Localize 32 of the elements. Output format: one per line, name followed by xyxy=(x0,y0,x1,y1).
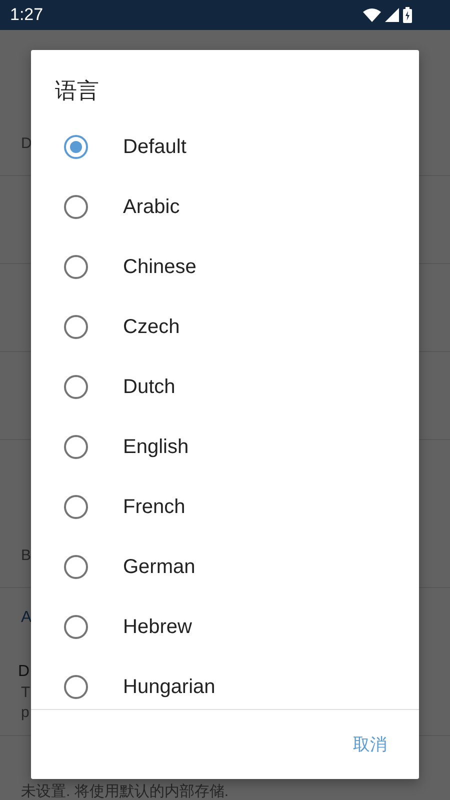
radio-button[interactable] xyxy=(64,195,88,219)
setting-summary: 未设置. 将使用默认的内部存储. xyxy=(21,782,229,800)
battery-icon xyxy=(403,7,412,23)
setting-summary: D xyxy=(21,135,32,152)
language-option[interactable]: Dutch xyxy=(31,357,419,417)
language-option[interactable]: Czech xyxy=(31,297,419,357)
wifi-icon xyxy=(363,8,381,22)
radio-button[interactable] xyxy=(64,375,88,399)
section-header: A xyxy=(21,609,32,627)
setting-summary: B xyxy=(21,547,32,564)
setting-title: D xyxy=(18,662,30,680)
clock: 1:27 xyxy=(10,5,44,25)
radio-button[interactable] xyxy=(64,135,88,159)
radio-button[interactable] xyxy=(64,435,88,459)
language-option[interactable]: German xyxy=(31,537,419,597)
signal-icon xyxy=(385,8,399,22)
radio-button[interactable] xyxy=(64,675,88,699)
dialog-title: 语言 xyxy=(54,77,100,105)
language-option[interactable]: French xyxy=(31,477,419,537)
radio-button[interactable] xyxy=(64,255,88,279)
radio-button[interactable] xyxy=(64,555,88,579)
radio-button[interactable] xyxy=(64,315,88,339)
language-option[interactable]: Hebrew xyxy=(31,597,419,657)
language-option[interactable]: English xyxy=(31,417,419,477)
radio-button[interactable] xyxy=(64,615,88,639)
setting-summary: p xyxy=(21,704,30,720)
language-option[interactable]: Hungarian xyxy=(31,657,419,709)
radio-button[interactable] xyxy=(64,495,88,519)
language-option[interactable]: Chinese xyxy=(31,237,419,297)
language-option[interactable]: Default xyxy=(31,117,419,177)
language-option[interactable]: Arabic xyxy=(31,177,419,237)
setting-summary: T xyxy=(21,684,30,700)
